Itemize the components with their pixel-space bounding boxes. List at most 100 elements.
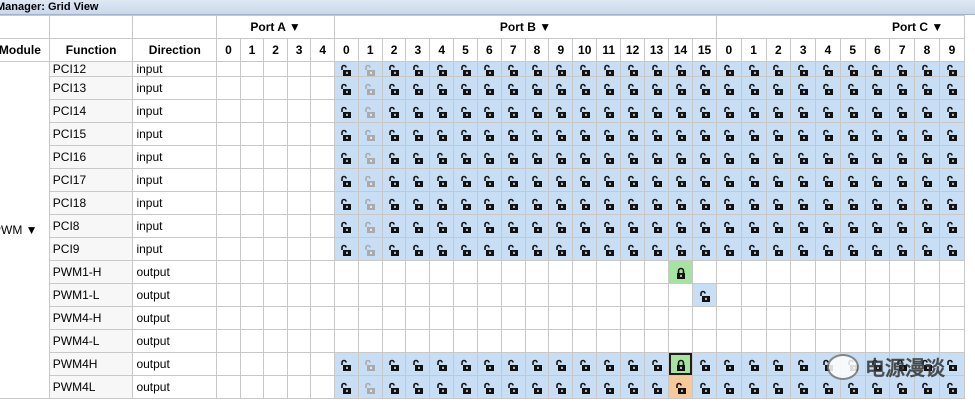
pin-cell[interactable] (596, 61, 622, 77)
pin-cell[interactable] (572, 99, 598, 123)
pin-cell[interactable] (790, 237, 817, 261)
pin-cell[interactable] (500, 329, 526, 353)
pin-cell[interactable] (864, 145, 891, 169)
pin-cell[interactable] (286, 375, 312, 399)
pin-cell[interactable] (429, 283, 455, 307)
pin-cell[interactable] (357, 260, 383, 284)
pin-cell[interactable] (216, 191, 241, 215)
pin-cell[interactable] (405, 352, 431, 376)
pin-cell[interactable] (286, 145, 312, 169)
pin-cell[interactable] (429, 214, 455, 238)
pin-cell[interactable] (429, 191, 455, 215)
pin-cell[interactable] (740, 375, 767, 399)
pin-cell[interactable] (938, 191, 966, 215)
pin-cell[interactable] (548, 352, 574, 376)
pin-cell[interactable] (914, 145, 940, 169)
pin-cell[interactable] (263, 191, 288, 215)
pin-cell[interactable] (839, 329, 866, 353)
pin-cell[interactable] (790, 191, 817, 215)
pin-cell[interactable] (889, 283, 916, 307)
pin-cell[interactable] (286, 61, 312, 77)
pin-cell[interactable] (715, 145, 742, 169)
pin-cell[interactable] (692, 99, 717, 123)
pin-cell[interactable] (790, 61, 817, 77)
pin-cell[interactable] (405, 283, 431, 307)
pin-cell[interactable] (286, 237, 312, 261)
pin-cell[interactable] (740, 99, 767, 123)
pin-cell[interactable] (357, 283, 383, 307)
pin-cell[interactable] (357, 375, 383, 399)
pin-cell[interactable] (405, 306, 431, 330)
port-header-0[interactable]: Port A ▼ (216, 15, 335, 39)
pin-cell[interactable] (524, 375, 550, 399)
pin-cell[interactable] (644, 168, 670, 192)
pin-cell[interactable] (620, 122, 646, 146)
pin-cell[interactable] (668, 214, 694, 238)
pin-cell[interactable] (889, 191, 916, 215)
pin-cell[interactable] (429, 99, 455, 123)
pin-cell[interactable] (740, 352, 767, 376)
pin-cell[interactable] (889, 168, 916, 192)
pin-cell[interactable] (333, 352, 359, 376)
pin-cell[interactable] (381, 168, 407, 192)
pin-cell[interactable] (381, 283, 407, 307)
pin-cell[interactable] (286, 99, 312, 123)
pin-cell[interactable] (333, 122, 359, 146)
pin-cell[interactable] (500, 375, 526, 399)
pin-cell[interactable] (668, 168, 694, 192)
pin-cell[interactable] (914, 283, 940, 307)
pin-cell[interactable] (429, 145, 455, 169)
pin-cell[interactable] (740, 76, 767, 100)
pin-cell[interactable] (790, 329, 817, 353)
pin-cell[interactable] (668, 61, 694, 77)
pin-cell[interactable] (572, 375, 598, 399)
pin-cell[interactable] (405, 99, 431, 123)
pin-cell[interactable] (572, 306, 598, 330)
pin-cell[interactable] (405, 237, 431, 261)
pin-cell[interactable] (453, 306, 478, 330)
pin-cell[interactable] (524, 99, 550, 123)
pin-cell[interactable] (216, 76, 241, 100)
pin-cell[interactable] (715, 237, 742, 261)
pin-cell[interactable] (310, 99, 335, 123)
pin-cell[interactable] (620, 168, 646, 192)
pin-cell[interactable] (500, 76, 526, 100)
pin-cell[interactable] (839, 61, 866, 77)
pin-cell[interactable] (357, 352, 383, 376)
pin-cell[interactable] (429, 329, 455, 353)
pin-cell[interactable] (572, 283, 598, 307)
pin-cell[interactable] (357, 122, 383, 146)
pin-cell[interactable] (429, 375, 455, 399)
pin-cell[interactable] (453, 168, 478, 192)
pin-cell[interactable] (286, 329, 312, 353)
pin-cell[interactable] (572, 329, 598, 353)
pin-cell[interactable] (548, 61, 574, 77)
pin-cell[interactable] (286, 352, 312, 376)
pin-cell[interactable] (839, 283, 866, 307)
pin-cell[interactable] (239, 260, 265, 284)
pin-cell[interactable] (668, 99, 694, 123)
pin-cell[interactable] (216, 329, 241, 353)
pin-cell[interactable] (263, 329, 288, 353)
pin-cell[interactable] (381, 237, 407, 261)
pin-cell[interactable] (815, 214, 841, 238)
pin-cell[interactable] (333, 329, 359, 353)
pin-cell[interactable] (476, 329, 502, 353)
pin-cell[interactable] (668, 283, 694, 307)
pin-cell[interactable] (620, 283, 646, 307)
pin-cell[interactable] (548, 145, 574, 169)
pin-cell[interactable] (715, 306, 742, 330)
pin-cell[interactable] (815, 283, 841, 307)
pin-cell[interactable] (668, 145, 694, 169)
pin-cell[interactable] (692, 375, 717, 399)
pin-cell[interactable] (216, 237, 241, 261)
pin-cell[interactable] (286, 260, 312, 284)
pin-cell[interactable] (644, 99, 670, 123)
pin-cell[interactable] (239, 306, 265, 330)
pin-cell[interactable] (263, 283, 288, 307)
pin-cell[interactable] (548, 76, 574, 100)
pin-cell[interactable] (740, 61, 767, 77)
pin-cell[interactable] (572, 191, 598, 215)
pin-cell[interactable] (668, 237, 694, 261)
pin-cell[interactable] (476, 237, 502, 261)
